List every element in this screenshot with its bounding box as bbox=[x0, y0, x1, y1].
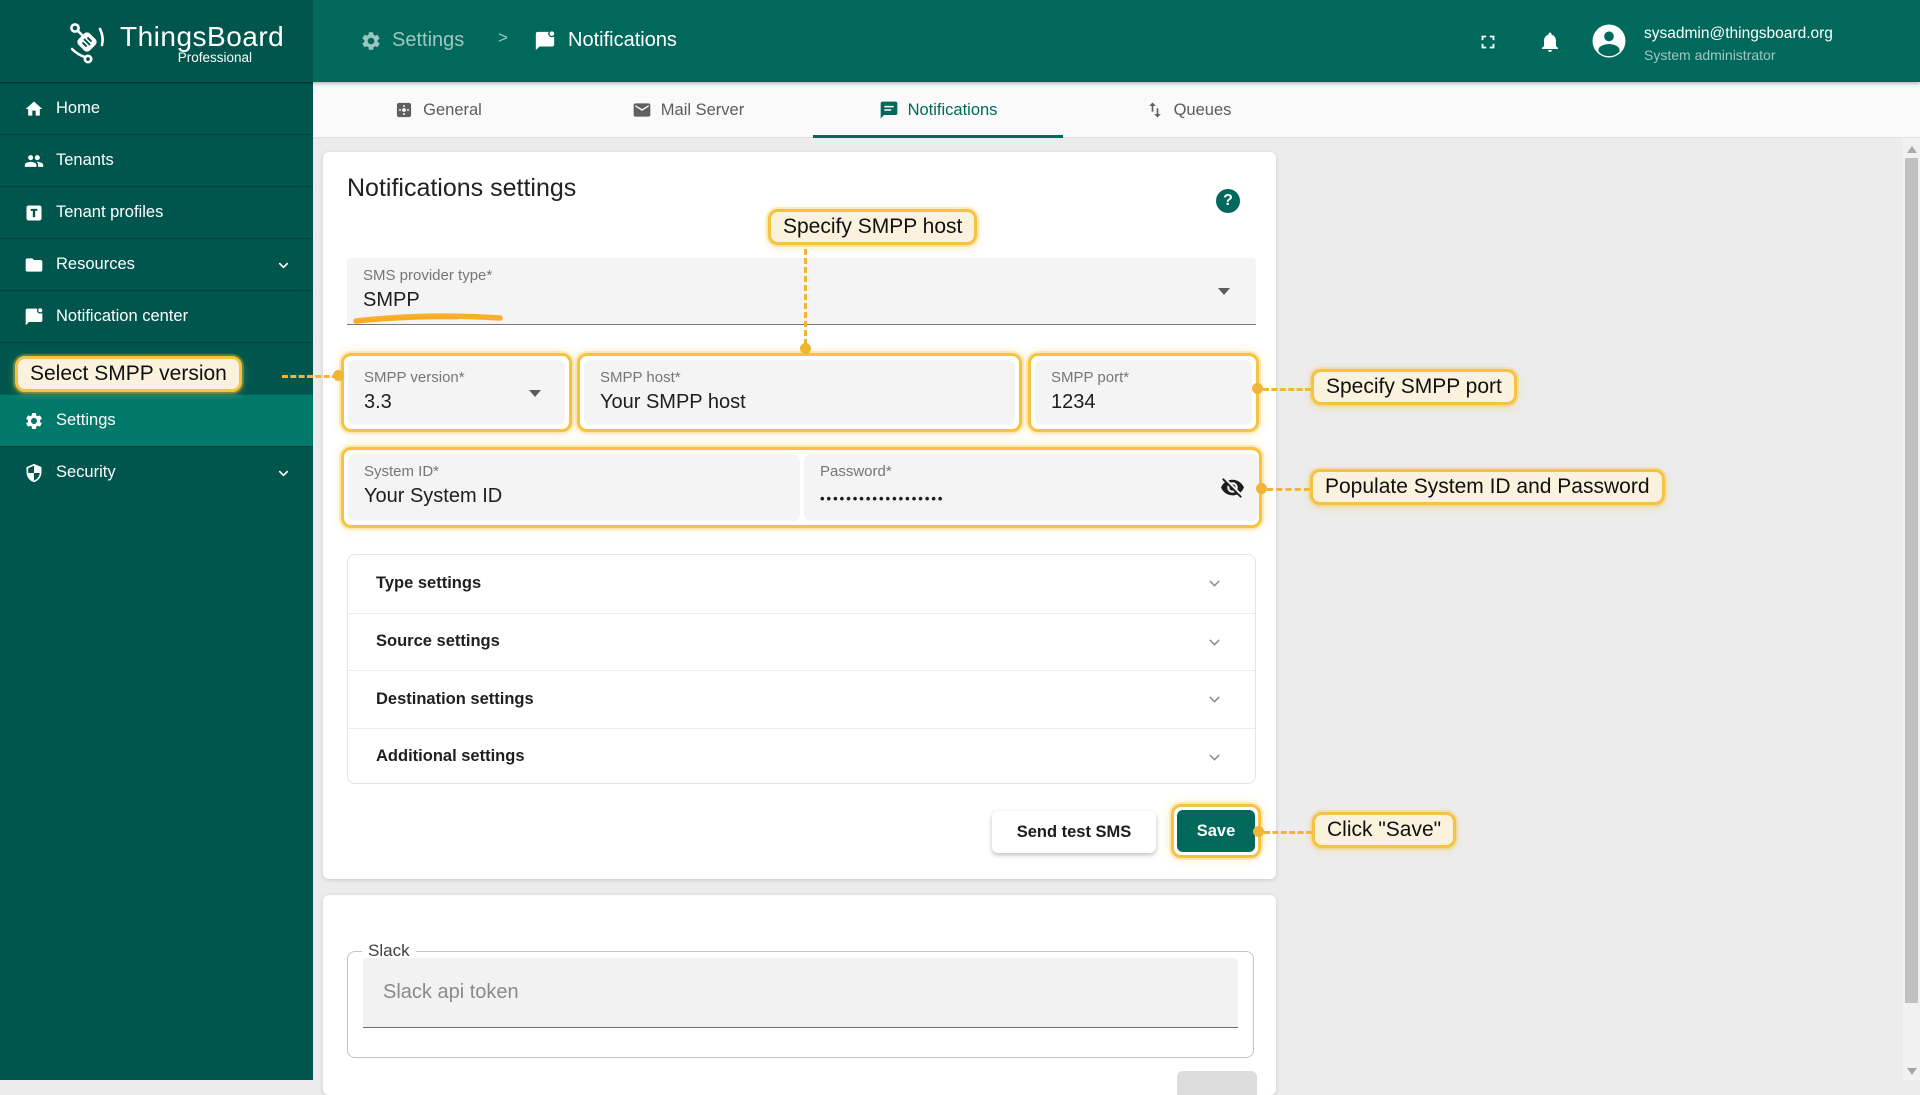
smpp-version-field[interactable]: SMPP version* 3.3 bbox=[348, 360, 565, 425]
settings-icon bbox=[24, 411, 44, 431]
sidebar-item-security[interactable]: Security bbox=[0, 446, 313, 498]
chevron-down-icon bbox=[1206, 634, 1223, 651]
tab-mail-server[interactable]: Mail Server bbox=[563, 82, 813, 138]
tenant-profiles-icon bbox=[24, 203, 44, 223]
connector-dot bbox=[333, 370, 344, 381]
password-field[interactable]: Password* ••••••••••••••••••• bbox=[804, 454, 1259, 521]
connector-credentials bbox=[1267, 488, 1310, 491]
brand-subtitle: Professional bbox=[0, 50, 252, 65]
accordion-destination-settings[interactable]: Destination settings bbox=[348, 670, 1255, 728]
smpp-version-highlight: SMPP version* 3.3 bbox=[341, 353, 572, 432]
bell-icon[interactable] bbox=[1538, 30, 1562, 54]
save-button[interactable]: Save bbox=[1177, 810, 1255, 852]
chevron-down-icon bbox=[1206, 691, 1223, 708]
user-role: System administrator bbox=[1644, 47, 1775, 63]
dropdown-caret-icon bbox=[1218, 288, 1230, 295]
sidebar-item-tenant-profiles[interactable]: Tenant profiles bbox=[0, 186, 313, 238]
connector-dot bbox=[1252, 383, 1263, 394]
connector-save bbox=[1264, 831, 1312, 834]
connector-port bbox=[1263, 388, 1311, 391]
chevron-down-icon bbox=[1206, 749, 1223, 766]
help-icon[interactable]: ? bbox=[1216, 189, 1240, 213]
save-button-disabled bbox=[1177, 1071, 1257, 1095]
tab-queues[interactable]: Queues bbox=[1063, 82, 1313, 138]
tab-general[interactable]: General bbox=[313, 82, 563, 138]
chevron-down-icon bbox=[276, 466, 291, 481]
callout-specify-smpp-host: Specify SMPP host bbox=[768, 209, 977, 245]
callout-populate-credentials: Populate System ID and Password bbox=[1310, 469, 1665, 505]
connector-dot bbox=[1256, 483, 1267, 494]
smpp-host-field[interactable]: SMPP host* Your SMPP host bbox=[584, 360, 1015, 425]
notifications-tab-icon bbox=[879, 100, 899, 120]
scrollbar-down-arrow[interactable] bbox=[1907, 1068, 1917, 1075]
sidebar-item-home[interactable]: Home bbox=[0, 82, 313, 134]
smpp-host-highlight: SMPP host* Your SMPP host bbox=[577, 353, 1022, 432]
smpp-port-highlight: SMPP port* 1234 bbox=[1028, 353, 1259, 432]
settings-tabs: General Mail Server Notifications Queues bbox=[313, 82, 1920, 138]
general-tab-icon bbox=[394, 100, 414, 120]
slack-api-token-input[interactable] bbox=[363, 958, 1238, 1028]
sidebar-item-tenants[interactable]: Tenants bbox=[0, 134, 313, 186]
connector-dot bbox=[1253, 826, 1264, 837]
tenants-icon bbox=[24, 151, 44, 171]
connector-host bbox=[804, 249, 807, 345]
notification-center-icon bbox=[24, 307, 44, 327]
sidebar-item-resources[interactable]: Resources bbox=[0, 238, 313, 290]
scrollbar-up-arrow[interactable] bbox=[1907, 146, 1917, 153]
sidebar: Home Tenants Tenant profiles Resources N… bbox=[0, 82, 313, 1080]
accordion-additional-settings[interactable]: Additional settings bbox=[348, 728, 1255, 785]
chevron-down-icon bbox=[1206, 575, 1223, 592]
avatar[interactable] bbox=[1591, 23, 1627, 59]
security-shield-icon bbox=[24, 463, 44, 483]
top-app-bar: ThingsBoard Professional Settings > Noti… bbox=[0, 0, 1920, 82]
accordion-source-settings[interactable]: Source settings bbox=[348, 613, 1255, 671]
user-email: sysadmin@thingsboard.org bbox=[1644, 25, 1833, 43]
breadcrumb-settings-icon bbox=[360, 30, 382, 52]
accordion-type-settings[interactable]: Type settings bbox=[348, 555, 1255, 613]
logo-area: ThingsBoard Professional bbox=[0, 0, 313, 82]
annotation-underline-swoosh bbox=[352, 311, 507, 327]
dropdown-caret-icon bbox=[529, 390, 541, 397]
credentials-highlight: System ID* Your System ID Password* ••••… bbox=[341, 447, 1262, 528]
breadcrumb-notifications-icon bbox=[534, 30, 556, 52]
callout-click-save: Click "Save" bbox=[1312, 812, 1456, 848]
callout-select-smpp-version: Select SMPP version bbox=[15, 356, 242, 392]
folder-icon bbox=[24, 255, 44, 275]
eye-off-icon[interactable] bbox=[1220, 475, 1245, 500]
connector-version bbox=[282, 375, 338, 378]
breadcrumb-settings[interactable]: Settings bbox=[392, 29, 464, 52]
page-title: Notifications settings bbox=[347, 174, 576, 203]
sidebar-item-settings[interactable]: Settings bbox=[0, 394, 313, 446]
breadcrumb-current: Notifications bbox=[568, 29, 677, 52]
smpp-port-field[interactable]: SMPP port* 1234 bbox=[1035, 360, 1252, 425]
sidebar-item-notification-center[interactable]: Notification center bbox=[0, 290, 313, 342]
home-icon bbox=[24, 99, 44, 119]
send-test-sms-button[interactable]: Send test SMS bbox=[992, 811, 1156, 853]
breadcrumb-separator: > bbox=[498, 28, 508, 48]
brand-title: ThingsBoard bbox=[120, 21, 284, 53]
system-id-field[interactable]: System ID* Your System ID bbox=[348, 454, 800, 521]
tab-notifications[interactable]: Notifications bbox=[813, 82, 1063, 138]
chevron-down-icon bbox=[276, 258, 291, 273]
settings-accordion: Type settings Source settings Destinatio… bbox=[347, 554, 1256, 784]
queues-tab-icon bbox=[1145, 100, 1165, 120]
connector-dot bbox=[800, 343, 811, 354]
callout-specify-smpp-port: Specify SMPP port bbox=[1311, 369, 1517, 405]
scrollbar-thumb[interactable] bbox=[1905, 158, 1918, 1003]
scrollbar[interactable] bbox=[1903, 138, 1920, 1080]
mail-icon bbox=[632, 100, 652, 120]
fullscreen-icon[interactable] bbox=[1477, 31, 1499, 53]
